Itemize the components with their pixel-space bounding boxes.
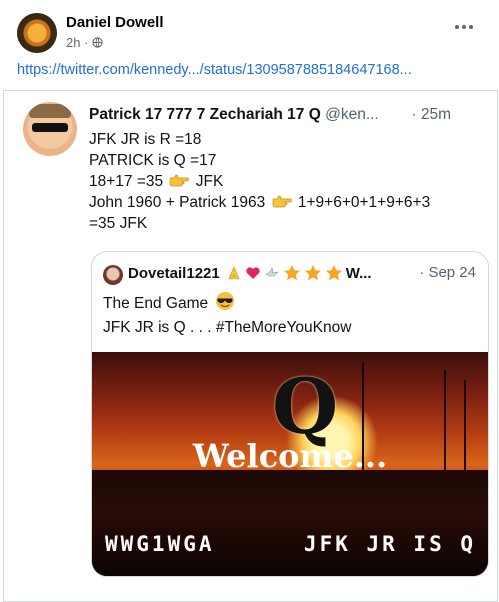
quote-author-name[interactable]: Dovetail1221 (128, 265, 220, 282)
post-time[interactable]: 2h · (66, 35, 88, 50)
globe-icon (92, 37, 104, 48)
post-link[interactable]: https://twitter.com/kennedy.../status/13… (17, 62, 412, 78)
name-emojis: W... (226, 264, 372, 282)
tweet-line: John 1960 + Patrick 1963 1+9+6+0+1+9+6+3 (89, 194, 431, 211)
author-avatar[interactable] (17, 13, 57, 53)
more-options-icon[interactable] (455, 20, 477, 34)
quote-header: Dovetail1221 W... (128, 264, 372, 282)
tweet-header: Patrick 17 777 7 Zechariah 17 Q @ken... (89, 106, 379, 124)
tweet-line: 18+17 =35 JFK (89, 173, 224, 190)
smiling-face-with-sunglasses-icon (216, 292, 235, 310)
dove-icon (264, 267, 279, 277)
image-caption-right: JFK JR IS Q (303, 532, 476, 556)
quote-name-truncated: W... (345, 264, 372, 282)
tweet-time[interactable]: · 25m (411, 106, 451, 124)
backhand-index-pointing-right-icon (272, 195, 292, 208)
tweet-avatar[interactable] (23, 102, 77, 156)
star-icon (325, 265, 342, 281)
post-meta: 2h · (66, 35, 104, 50)
tweet-line: PATRICK is Q =17 (89, 152, 217, 169)
star-icon (304, 265, 321, 281)
welcome-caption: Welcome... (192, 437, 388, 475)
quote-line: JFK JR is Q . . . #TheMoreYouKnow (103, 319, 352, 336)
quote-image[interactable]: Q Welcome... WWG1WGA JFK JR IS Q (92, 352, 488, 576)
star-icon (283, 265, 300, 281)
quoted-tweet[interactable]: Dovetail1221 W... · Sep 24 The End Game … (91, 251, 489, 577)
backhand-index-pointing-right-icon (170, 174, 190, 187)
red-heart-icon (246, 267, 260, 279)
tweet-line: =35 JFK (89, 215, 148, 232)
image-caption-left: WWG1WGA (105, 532, 215, 556)
quote-time[interactable]: · Sep 24 (419, 264, 476, 281)
tweet-line: JFK JR is R =18 (89, 131, 202, 148)
quote-line: The End Game (103, 291, 351, 316)
folded-hands-icon (228, 266, 240, 280)
tweet-embed[interactable]: Patrick 17 777 7 Zechariah 17 Q @ken... … (3, 90, 498, 602)
quote-text: The End Game JFK JR is Q . . . #TheMoreY… (103, 291, 351, 340)
author-name[interactable]: Daniel Dowell (66, 14, 164, 31)
horizon-silhouette (92, 470, 488, 576)
tweet-handle[interactable]: @ken... (325, 106, 379, 123)
tweet-text: JFK JR is R =18 PATRICK is Q =17 18+17 =… (89, 129, 430, 234)
quote-avatar[interactable] (103, 265, 123, 285)
post-header: Daniel Dowell 2h · (0, 0, 499, 64)
tweet-author-name[interactable]: Patrick 17 777 7 Zechariah 17 Q (89, 106, 321, 123)
